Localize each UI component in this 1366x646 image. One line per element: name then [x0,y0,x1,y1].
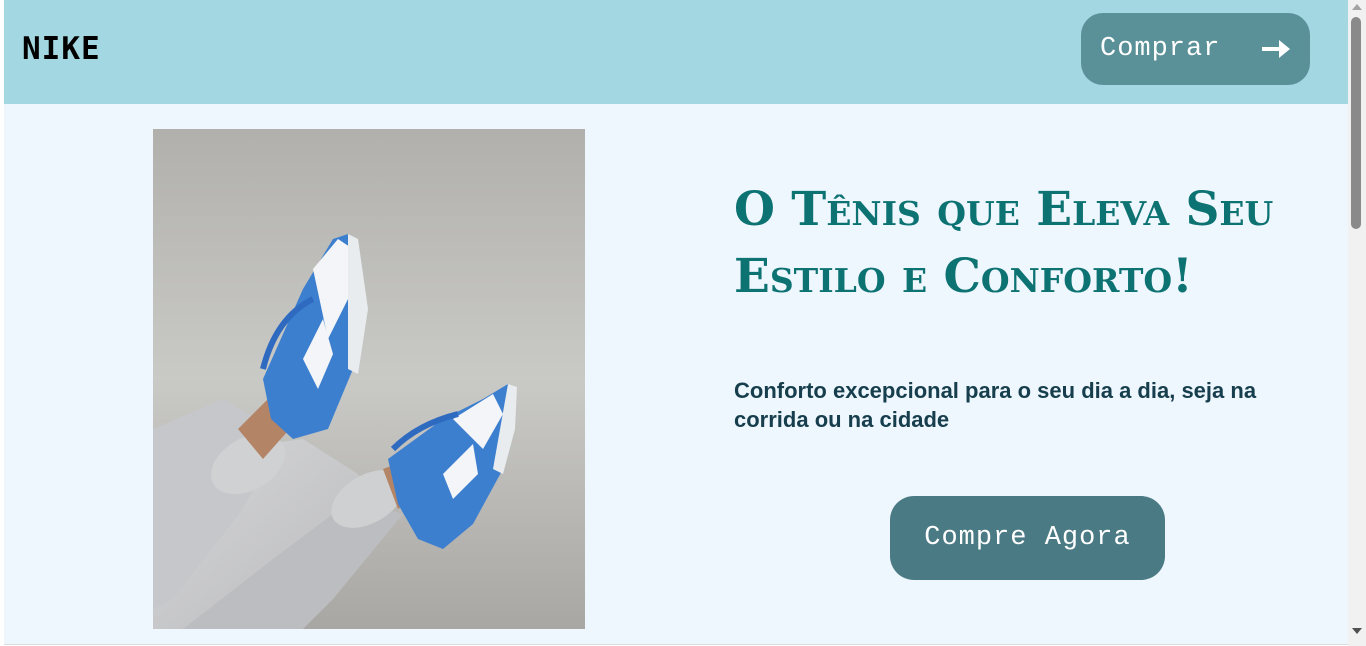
hero-subtext: Conforto excepcional para o seu dia a di… [734,378,1257,432]
shop-now-label: Compre Agora [924,523,1131,553]
scrollbar-thumb[interactable] [1351,17,1361,229]
site-header: NIKE Comprar [4,0,1348,104]
sneakers-illustration [153,129,585,629]
scroll-up-arrow-icon[interactable] [1352,4,1362,10]
brand-logo[interactable]: NIKE [22,30,101,68]
browser-viewport: NIKE Comprar O Tênis que Eleva Seu Estil… [0,0,1366,646]
hero-headline: O Tênis que Eleva Seu Estilo e Conforto! [734,182,1274,304]
shop-now-button[interactable]: Compre Agora [890,496,1165,580]
arrow-right-icon [1262,40,1290,58]
buy-button-label: Comprar [1100,34,1221,64]
sneakers-photo [153,129,585,629]
vertical-scrollbar[interactable] [1348,0,1366,646]
buy-button[interactable]: Comprar [1081,13,1310,85]
scroll-down-arrow-icon[interactable] [1352,628,1362,634]
landing-page: NIKE Comprar O Tênis que Eleva Seu Estil… [4,0,1348,645]
